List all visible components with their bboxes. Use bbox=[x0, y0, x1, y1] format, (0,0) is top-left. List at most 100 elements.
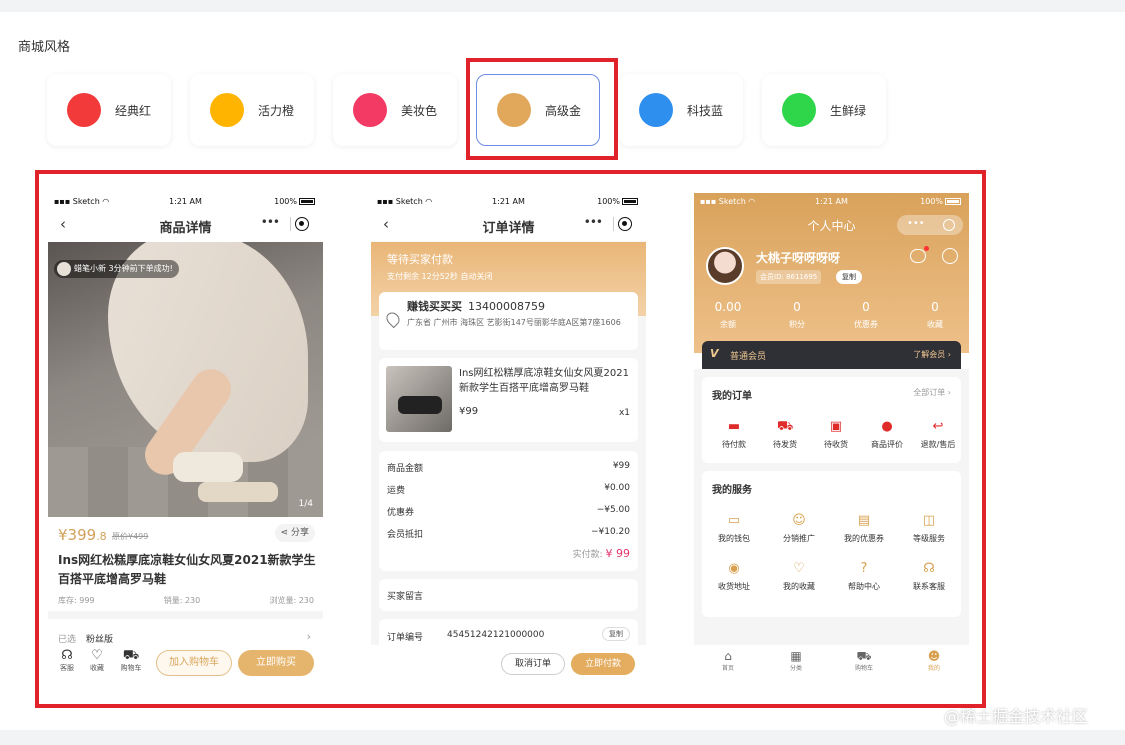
user-icon: ☻ bbox=[927, 649, 941, 663]
vip-badge-icon: V bbox=[710, 347, 719, 360]
product-image[interactable]: 蜡笔小新 3分钟前下单成功! 1/4 bbox=[48, 242, 323, 517]
item-label: 帮助中心 bbox=[848, 582, 880, 591]
bottom-action-bar: ☊ 客服 ♡ 收藏 ⛟ 购物车 加入购物车 立即购买 bbox=[48, 645, 323, 679]
product-title: Ins网红松糕厚底凉鞋女仙女风夏2021新款学生百搭平底增高罗马鞋 bbox=[58, 553, 316, 586]
more-icon[interactable]: ••• bbox=[907, 218, 925, 229]
cart-icon: ⛟ bbox=[122, 648, 140, 663]
theme-label: 生鲜绿 bbox=[830, 103, 867, 118]
address-card[interactable]: 赚钱买买买 13400008759 广东省 广州市 海珠区 艺影街147号丽影华庭… bbox=[379, 292, 638, 350]
truck-icon: ⛟ bbox=[777, 419, 794, 434]
tab-home[interactable]: ⌂ 首页 bbox=[708, 649, 748, 672]
order-refund[interactable]: ↩ 退款/售后 bbox=[908, 419, 968, 450]
battery: 100% bbox=[597, 197, 638, 206]
chevron-right-icon[interactable]: › bbox=[307, 630, 311, 643]
avatar[interactable] bbox=[706, 247, 744, 285]
tab-cart[interactable]: ⛟ 购物车 bbox=[118, 649, 144, 673]
service-wallet[interactable]: ▭ 我的钱包 bbox=[704, 513, 764, 544]
status-bar: ▪▪▪ Sketch ◠ 1:21 AM 100% bbox=[371, 193, 646, 209]
tab-category[interactable]: ▦ 分类 bbox=[776, 649, 816, 672]
goods-price: ¥99 bbox=[459, 406, 479, 417]
color-dot bbox=[353, 93, 387, 127]
theme-label: 美妆色 bbox=[401, 103, 438, 118]
more-icon[interactable]: ••• bbox=[261, 215, 280, 229]
pay-now-button[interactable]: 立即付款 bbox=[571, 653, 635, 675]
stat-label: 余额 bbox=[720, 320, 736, 329]
tab-cart[interactable]: ⛟ 购物车 bbox=[844, 649, 884, 672]
all-orders-link[interactable]: 全部订单 › bbox=[913, 387, 951, 398]
more-icon[interactable]: ••• bbox=[584, 215, 603, 229]
tab-mine[interactable]: ☻ 我的 bbox=[914, 649, 954, 672]
theme-option-orange[interactable]: 活力橙 bbox=[190, 74, 314, 146]
views: 浏览量: 230 bbox=[269, 596, 314, 605]
theme-option-red[interactable]: 经典红 bbox=[47, 74, 171, 146]
spec-selector[interactable]: 已选 粉丝版 bbox=[58, 632, 113, 645]
watermark: @稀土掘金技术社区 bbox=[944, 707, 1089, 726]
pay-countdown: 支付剩余 12分52秒 自动关闭 bbox=[387, 272, 493, 281]
order-number-label: 订单编号 bbox=[387, 633, 424, 643]
stat-points[interactable]: 0 积分 bbox=[767, 300, 827, 330]
question-icon: ? bbox=[860, 561, 868, 576]
price-int: ¥399 bbox=[58, 526, 97, 544]
vip-link[interactable]: 了解会员 › bbox=[913, 349, 951, 360]
tab-label: 购物车 bbox=[854, 665, 873, 672]
settings-icon[interactable] bbox=[942, 248, 958, 264]
amount-key: 商品金额 bbox=[387, 464, 424, 474]
close-target-icon[interactable] bbox=[295, 217, 309, 231]
item-label: 我的钱包 bbox=[718, 534, 750, 543]
battery: 100% bbox=[274, 197, 315, 206]
wallet-icon: ▬ bbox=[727, 419, 741, 434]
amount-row: 优惠券 −¥5.00 bbox=[387, 505, 630, 518]
message-icon[interactable] bbox=[910, 246, 929, 263]
service-level[interactable]: ◫ 等级服务 bbox=[899, 513, 959, 544]
goods-card[interactable]: Ins网红松糕厚底凉鞋女仙女风夏2021新款学生百搭平底增高罗马鞋 ¥99 x1 bbox=[379, 358, 638, 442]
vip-banner[interactable]: V 普通会员 了解会员 › bbox=[702, 341, 961, 369]
tab-label: 购物车 bbox=[120, 664, 142, 672]
tab-favorite[interactable]: ♡ 收藏 bbox=[84, 649, 110, 673]
cancel-order-button[interactable]: 取消订单 bbox=[501, 653, 565, 675]
share-label: 分享 bbox=[290, 528, 309, 538]
theme-option-pink[interactable]: 美妆色 bbox=[333, 74, 457, 146]
bottom-action-bar: 取消订单 立即付款 bbox=[371, 645, 646, 679]
section-title: 商城风格 bbox=[18, 40, 71, 55]
mini-program-capsule[interactable]: ••• bbox=[897, 215, 963, 235]
amount-row: 运费 ¥0.00 bbox=[387, 483, 630, 496]
battery-icon bbox=[299, 198, 315, 205]
tab-service[interactable]: ☊ 客服 bbox=[54, 649, 80, 673]
amount-row: 会员抵扣 −¥10.20 bbox=[387, 527, 630, 540]
share-button[interactable]: ⋖ 分享 bbox=[274, 524, 315, 542]
stat-favorites[interactable]: 0 收藏 bbox=[905, 300, 965, 330]
copy-id-button[interactable]: 复制 bbox=[836, 270, 862, 284]
stock: 库存: 999 bbox=[58, 596, 95, 605]
theme-option-blue[interactable]: 科技蓝 bbox=[619, 74, 743, 146]
service-contact[interactable]: ☊ 联系客服 bbox=[899, 561, 959, 592]
order-detail-preview: ▪▪▪ Sketch ◠ 1:21 AM 100% ‹ 订单详情 ••• 等待买… bbox=[371, 193, 646, 679]
stat-label: 收藏 bbox=[927, 320, 943, 329]
stat-value: 0.00 bbox=[714, 300, 742, 314]
item-label: 收货地址 bbox=[718, 582, 750, 591]
actual-payment: 实付款: ¥ 99 bbox=[573, 547, 630, 560]
battery-text: 100% bbox=[597, 197, 620, 206]
service-favorites[interactable]: ♡ 我的收藏 bbox=[769, 561, 829, 592]
chat-icon: ● bbox=[881, 419, 893, 434]
close-target-icon[interactable] bbox=[943, 219, 955, 231]
nav-bar: ‹ 订单详情 ••• bbox=[371, 209, 646, 241]
service-help[interactable]: ? 帮助中心 bbox=[834, 561, 894, 592]
goods-title: Ins网红松糕厚底凉鞋女仙女风夏2021新款学生百搭平底增高罗马鞋 bbox=[459, 368, 629, 394]
service-coupons[interactable]: ▤ 我的优惠券 bbox=[834, 513, 894, 544]
theme-option-green[interactable]: 生鲜绿 bbox=[762, 74, 886, 146]
my-orders-card: 我的订单 全部订单 › ▬ 待付款 ⛟ 待发货 ▣ 待收货 ● 商品评价 ↩ 退款/售后 bbox=[702, 377, 961, 463]
stat-coupons[interactable]: 0 优惠券 bbox=[836, 300, 896, 330]
add-to-cart-button[interactable]: 加入购物车 bbox=[156, 650, 232, 676]
buyer-message-card[interactable]: 买家留言 bbox=[379, 579, 638, 611]
theme-label: 活力橙 bbox=[258, 103, 295, 118]
buy-now-button[interactable]: 立即购买 bbox=[238, 650, 314, 676]
item-label: 等级服务 bbox=[913, 534, 945, 543]
copy-button[interactable]: 复制 bbox=[602, 627, 630, 641]
actual-payment-value: ¥ 99 bbox=[605, 547, 631, 560]
stat-balance[interactable]: 0.00 余额 bbox=[698, 300, 758, 330]
buyer-message: 买家留言 bbox=[387, 589, 630, 602]
service-distribution[interactable]: ☺ 分销推广 bbox=[769, 513, 829, 544]
service-address[interactable]: ◉ 收货地址 bbox=[704, 561, 764, 592]
order-toast: 蜡笔小新 3分钟前下单成功! bbox=[54, 260, 179, 278]
close-target-icon[interactable] bbox=[618, 217, 632, 231]
